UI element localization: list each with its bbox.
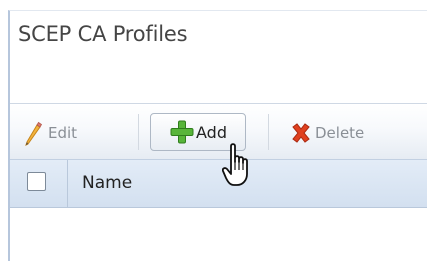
- delete-label: Delete: [315, 124, 365, 142]
- edit-label: Edit: [48, 124, 78, 142]
- toolbar-separator: [138, 114, 139, 150]
- select-all-checkbox[interactable]: [27, 172, 46, 191]
- x-icon: [290, 122, 312, 144]
- column-header-name[interactable]: Name: [82, 173, 132, 193]
- pencil-icon: [22, 120, 44, 146]
- table-header-row: Name: [10, 159, 427, 208]
- column-divider: [67, 160, 68, 207]
- toolbar-separator: [268, 114, 269, 150]
- toolbar: Edit Add Delete: [10, 103, 427, 159]
- add-label: Add: [196, 122, 227, 142]
- plus-icon: [169, 119, 195, 145]
- hand-pointer-cursor-icon: [221, 140, 258, 194]
- delete-button[interactable]: Delete: [290, 118, 364, 148]
- page-title: SCEP CA Profiles: [18, 22, 188, 46]
- edit-button[interactable]: Edit: [22, 118, 77, 148]
